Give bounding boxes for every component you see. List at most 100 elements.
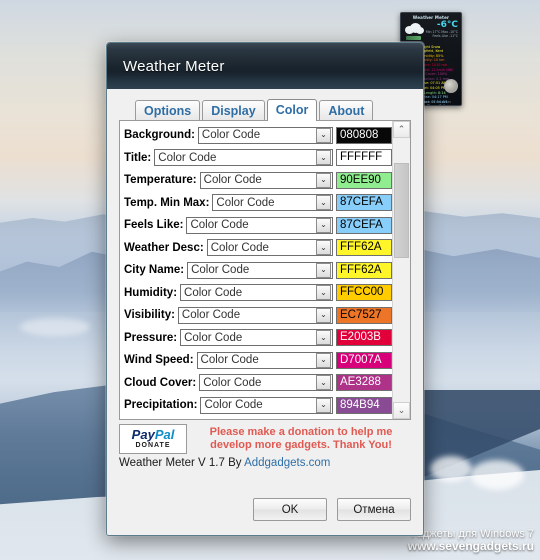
- color-mode-dropdown[interactable]: Color Code ⌄: [197, 126, 333, 144]
- color-row-label: Precipitation:: [124, 399, 198, 412]
- color-mode-dropdown[interactable]: Color Code ⌄: [154, 149, 333, 167]
- color-mode-value: Color Code: [181, 309, 241, 322]
- color-code-field[interactable]: 90EE90: [336, 171, 392, 189]
- color-mode-value: Color Code: [184, 286, 243, 299]
- color-row-label: Title:: [124, 151, 152, 164]
- color-setting-row: Temp. Min Max: Color Code ⌄ 87CEFA: [124, 192, 392, 215]
- color-code-field[interactable]: E2003B: [336, 329, 392, 347]
- color-row-label: Weather Desc:: [124, 241, 204, 254]
- color-setting-row: Background: Color Code ⌄ 080808: [124, 124, 392, 147]
- dialog-button-row: OK Отмена: [253, 498, 411, 521]
- chevron-down-icon[interactable]: ⌄: [316, 172, 331, 188]
- color-code-field[interactable]: 87CEFA: [336, 216, 392, 234]
- color-row-label: Background:: [124, 129, 195, 142]
- color-mode-dropdown[interactable]: Color Code ⌄: [180, 284, 333, 302]
- color-code-field[interactable]: FFCC00: [336, 284, 392, 302]
- color-mode-dropdown[interactable]: Color Code ⌄: [186, 216, 333, 234]
- color-setting-row: Pressure: Color Code ⌄ E2003B: [124, 327, 392, 350]
- color-mode-value: Color Code: [203, 174, 262, 187]
- scrollbar-thumb[interactable]: [394, 163, 409, 258]
- cloud-puff: [20, 318, 90, 336]
- color-code-field[interactable]: 894B94: [336, 396, 392, 414]
- color-mode-value: Color Code: [201, 129, 261, 142]
- dialog-title: Weather Meter: [123, 57, 225, 75]
- snow-cloud-icon: [403, 21, 425, 41]
- tab-options[interactable]: Options: [135, 100, 201, 121]
- color-code-field[interactable]: FFFFFF: [336, 149, 392, 167]
- color-setting-row: City Name: Color Code ⌄ FFF62A: [124, 259, 392, 282]
- chevron-down-icon[interactable]: ⌄: [316, 240, 331, 256]
- chevron-down-icon[interactable]: ⌄: [316, 375, 331, 391]
- color-mode-dropdown[interactable]: Color Code ⌄: [206, 239, 333, 257]
- color-setting-row: Wind Speed: Color Code ⌄ D7007A: [124, 349, 392, 372]
- color-code-field[interactable]: FFF62A: [336, 239, 392, 257]
- color-mode-dropdown[interactable]: Color Code ⌄: [199, 171, 333, 189]
- color-mode-value: Color Code: [203, 376, 262, 389]
- color-mode-dropdown[interactable]: Color Code ⌄: [177, 306, 333, 324]
- color-mode-dropdown[interactable]: Color Code ⌄: [199, 374, 333, 392]
- color-row-label: Humidity:: [124, 286, 178, 299]
- color-mode-dropdown[interactable]: Color Code ⌄: [180, 329, 333, 347]
- color-setting-row: Title: Color Code ⌄ FFFFFF: [124, 147, 392, 170]
- chevron-down-icon[interactable]: ⌄: [316, 285, 331, 301]
- paypal-donate-button[interactable]: PayPal DONATE: [119, 424, 187, 454]
- color-mode-dropdown[interactable]: Color Code ⌄: [196, 351, 333, 369]
- site-watermark: Гаджеты для Windows 7 www.sevengadgets.r…: [408, 528, 534, 554]
- chevron-down-icon[interactable]: ⌄: [316, 307, 331, 323]
- color-code-field[interactable]: AE3288: [336, 374, 392, 392]
- gadget-title: Weather Meter: [412, 15, 450, 20]
- color-row-label: Feels Like:: [124, 219, 184, 232]
- donation-message: Please make a donation to help me develo…: [187, 426, 411, 453]
- scroll-down-button[interactable]: ⌄: [393, 402, 410, 419]
- color-settings-panel: Background: Color Code ⌄ 080808 Title: Color …: [119, 120, 411, 420]
- chevron-down-icon[interactable]: ⌄: [316, 217, 331, 233]
- tab-color[interactable]: Color: [266, 99, 318, 121]
- color-mode-value: Color Code: [200, 354, 259, 367]
- moon-phase-icon: [444, 79, 458, 93]
- tab-bar: Options Display Color About: [135, 99, 411, 121]
- color-code-field[interactable]: 87CEFA: [336, 194, 392, 212]
- chevron-down-icon[interactable]: ⌄: [316, 352, 331, 368]
- chevron-down-icon[interactable]: ⌄: [316, 127, 331, 143]
- paypal-pal-text: Pal: [154, 427, 175, 442]
- cloud-puff: [470, 460, 524, 490]
- color-mode-dropdown[interactable]: Color Code ⌄: [212, 194, 333, 212]
- cloud-puff: [430, 456, 472, 482]
- version-footer: Weather Meter V 1.7 By Addgadgets.com: [119, 457, 411, 469]
- color-setting-row: Humidity: Color Code ⌄ FFCC00: [124, 282, 392, 305]
- dialog-titlebar[interactable]: Weather Meter: [107, 43, 423, 90]
- addgadgets-link[interactable]: Addgadgets.com: [244, 457, 330, 469]
- gadget-feels-like: Feels Like -11°C: [432, 34, 458, 38]
- color-setting-row: Precipitation: Color Code ⌄ 894B94: [124, 394, 392, 417]
- color-setting-row: Visibility: Color Code ⌄ EC7527: [124, 304, 392, 327]
- chevron-down-icon[interactable]: ⌄: [316, 397, 331, 413]
- chevron-down-icon[interactable]: ⌄: [316, 195, 331, 211]
- chevron-down-icon[interactable]: ⌄: [316, 262, 331, 278]
- vertical-scrollbar[interactable]: ⌃ ⌄: [392, 121, 410, 419]
- color-mode-dropdown[interactable]: Color Code ⌄: [187, 261, 333, 279]
- chevron-down-icon[interactable]: ⌄: [316, 150, 331, 166]
- color-row-label: Wind Speed:: [124, 354, 194, 367]
- chevron-down-icon[interactable]: ⌄: [316, 330, 331, 346]
- tab-display[interactable]: Display: [202, 100, 265, 121]
- ok-button[interactable]: OK: [253, 498, 327, 521]
- color-code-field[interactable]: FFF62A: [336, 261, 392, 279]
- color-code-field[interactable]: D7007A: [336, 351, 392, 369]
- color-row-label: Cloud Cover:: [124, 376, 197, 389]
- color-mode-value: Color Code: [190, 219, 249, 232]
- color-row-label: Temp. Min Max:: [124, 196, 210, 209]
- color-row-list: Background: Color Code ⌄ 080808 Title: Color …: [120, 121, 392, 419]
- color-row-label: Temperature:: [124, 174, 197, 187]
- scroll-up-button[interactable]: ⌃: [393, 121, 410, 138]
- color-code-field[interactable]: 080808: [336, 126, 392, 144]
- color-mode-value: Color Code: [210, 241, 269, 254]
- color-mode-value: Color Code: [158, 151, 217, 164]
- cancel-button[interactable]: Отмена: [337, 498, 411, 521]
- color-code-field[interactable]: EC7527: [336, 306, 392, 324]
- color-row-label: City Name:: [124, 264, 185, 277]
- color-setting-row: Weather Desc: Color Code ⌄ FFF62A: [124, 237, 392, 260]
- tab-about[interactable]: About: [319, 100, 374, 121]
- version-text: Weather Meter V 1.7 By: [119, 457, 245, 469]
- color-mode-dropdown[interactable]: Color Code ⌄: [200, 396, 333, 414]
- color-setting-row: Cloud Cover: Color Code ⌄ AE3288: [124, 372, 392, 395]
